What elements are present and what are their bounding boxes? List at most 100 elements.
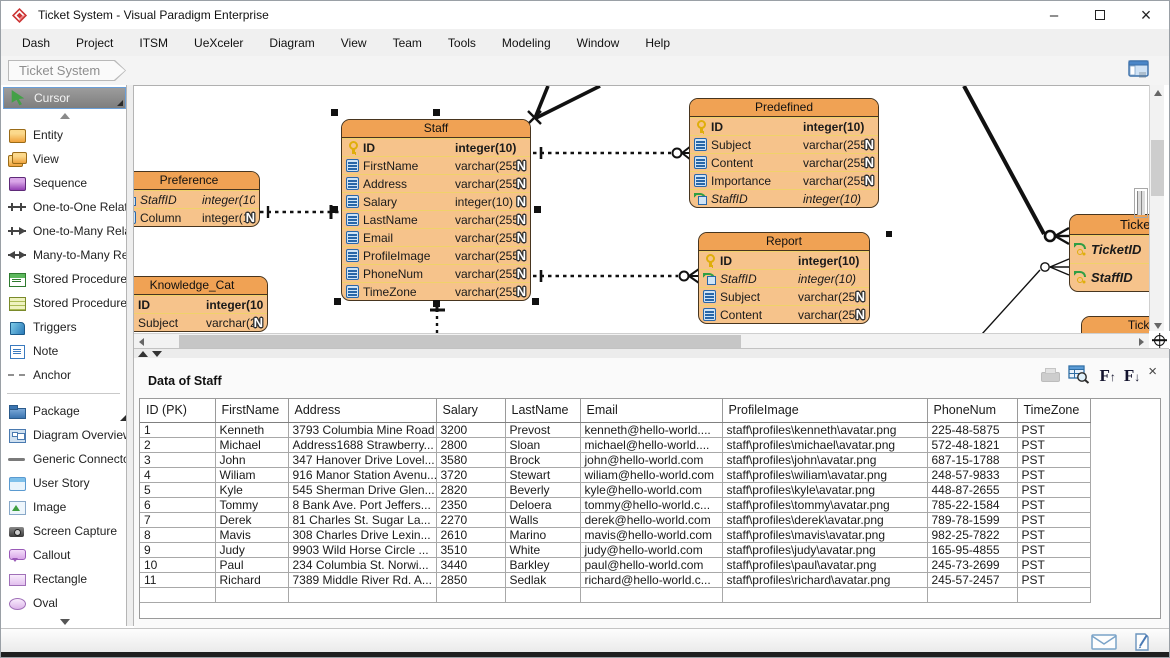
scroll-right-button[interactable] [1134, 334, 1149, 349]
cell-salary[interactable]: 3440 [436, 557, 505, 572]
menu-item[interactable]: Window [564, 31, 633, 55]
cell-firstname[interactable]: Tommy [215, 497, 288, 512]
entity-field-row[interactable]: TimeZone varchar(255) N [342, 282, 530, 300]
cell-phonenum[interactable]: 572-48-1821 [927, 437, 1017, 452]
cell-lastname[interactable]: Walls [505, 512, 580, 527]
menu-item[interactable]: Team [380, 31, 435, 55]
cell-lastname[interactable]: White [505, 542, 580, 557]
cell-phonenum[interactable]: 248-57-9833 [927, 467, 1017, 482]
cell-phonenum[interactable]: 245-57-2457 [927, 572, 1017, 587]
cell-address[interactable]: 81 Charles St. Sugar La... [288, 512, 436, 527]
cell-profileimage[interactable]: staff\profiles\derek\avatar.png [722, 512, 927, 527]
cell-firstname[interactable]: Richard [215, 572, 288, 587]
toolbox-item[interactable]: Stored Procedures [1, 267, 128, 291]
table-row[interactable]: 10 Paul 234 Columbia St. Norwi... 3440 B… [140, 557, 1090, 572]
entity-field-row[interactable]: LastName varchar(255) N [342, 210, 530, 228]
column-header[interactable]: ID (PK) [140, 399, 215, 422]
menu-item[interactable]: Project [63, 31, 126, 55]
cell-timezone[interactable]: PST [1017, 482, 1090, 497]
cell-salary[interactable] [436, 587, 505, 602]
cell-profileimage[interactable]: staff\profiles\kyle\avatar.png [722, 482, 927, 497]
open-specification-icon[interactable] [1068, 364, 1090, 387]
cell-timezone[interactable]: PST [1017, 557, 1090, 572]
cell-id[interactable]: 2 [140, 437, 215, 452]
table-row[interactable]: 2 Michael Address1688 Strawberry... 2800… [140, 437, 1090, 452]
toolbox-item[interactable]: Generic Connector [1, 447, 128, 471]
scroll-left-button[interactable] [134, 334, 149, 349]
table-row[interactable]: 1 Kenneth 3793 Columbia Mine Road 3200 P… [140, 422, 1090, 437]
cell-phonenum[interactable]: 785-22-1584 [927, 497, 1017, 512]
toolbox-item[interactable]: Screen Capture [1, 519, 128, 543]
canvas-horizontal-scrollbar[interactable] [134, 333, 1149, 348]
cell-timezone[interactable]: PST [1017, 467, 1090, 482]
message-pane-icon[interactable] [1091, 633, 1117, 654]
selection-handle[interactable] [334, 298, 341, 305]
menu-item[interactable]: Dash [9, 31, 63, 55]
cell-timezone[interactable]: PST [1017, 527, 1090, 542]
cell-firstname[interactable]: John [215, 452, 288, 467]
entity-field-row[interactable]: FirstName varchar(255) N [342, 156, 530, 174]
cell-email[interactable] [580, 587, 722, 602]
menu-item[interactable]: UeXceler [181, 31, 256, 55]
cell-profileimage[interactable]: staff\profiles\john\avatar.png [722, 452, 927, 467]
cell-salary[interactable]: 2350 [436, 497, 505, 512]
cell-lastname[interactable]: Stewart [505, 467, 580, 482]
entity-field-row[interactable]: StaffID integer(10) [1070, 263, 1149, 291]
cell-salary[interactable]: 3580 [436, 452, 505, 467]
cell-lastname[interactable]: Barkley [505, 557, 580, 572]
entity-field-row[interactable]: Content varchar(255) N [690, 153, 878, 171]
toolbox-item[interactable]: Many-to-Many Relationship [1, 243, 128, 267]
entity-field-row[interactable]: TicketID integer(10) [1070, 235, 1149, 263]
table-row[interactable]: 3 John 347 Hanover Drive Lovel... 3580 B… [140, 452, 1090, 467]
cell-profileimage[interactable]: staff\profiles\paul\avatar.png [722, 557, 927, 572]
vertical-scroll-thumb[interactable] [1151, 140, 1164, 196]
entity-field-row[interactable]: Subject varchar(255) N [690, 135, 878, 153]
cell-id[interactable] [140, 587, 215, 602]
cell-address[interactable]: 7389 Middle River Rd. A... [288, 572, 436, 587]
cell-address[interactable]: 308 Charles Drive Lexin... [288, 527, 436, 542]
cell-salary[interactable]: 2610 [436, 527, 505, 542]
column-header[interactable]: FirstName [215, 399, 288, 422]
cell-firstname[interactable] [215, 587, 288, 602]
sort-column-asc-icon[interactable]: F↑ [1099, 367, 1114, 384]
close-button[interactable]: × [1123, 1, 1169, 29]
entity-field-row[interactable]: Importance varchar(255) N [690, 171, 878, 189]
toolbox-item[interactable]: Diagram Overview [1, 423, 128, 447]
table-row[interactable]: 8 Mavis 308 Charles Drive Lexin... 2610 … [140, 527, 1090, 542]
table-row[interactable]: 11 Richard 7389 Middle River Rd. A... 28… [140, 572, 1090, 587]
cell-address[interactable]: 8 Bank Ave. Port Jeffers... [288, 497, 436, 512]
cell-firstname[interactable]: Mavis [215, 527, 288, 542]
cell-address[interactable]: 234 Columbia St. Norwi... [288, 557, 436, 572]
table-row[interactable]: 9 Judy 9903 Wild Horse Circle ... 3510 W… [140, 542, 1090, 557]
cell-email[interactable]: michael@hello-world.... [580, 437, 722, 452]
entity-field-row[interactable]: StaffID integer(10) [690, 189, 878, 207]
entity-field-row[interactable]: Salary integer(10) N [342, 192, 530, 210]
cell-salary[interactable]: 2850 [436, 572, 505, 587]
cell-salary[interactable]: 3510 [436, 542, 505, 557]
entity-field-row[interactable]: ID integer(10) [690, 117, 878, 135]
toolbox-scroll-up[interactable] [1, 109, 128, 123]
cell-lastname[interactable]: Deloera [505, 497, 580, 512]
toolbox-item[interactable]: Sequence [1, 171, 128, 195]
cell-lastname[interactable] [505, 587, 580, 602]
sort-column-desc-icon[interactable]: F↓ [1124, 367, 1139, 384]
selection-handle[interactable] [532, 298, 539, 305]
toolbox-item[interactable]: One-to-Many Relationship [1, 219, 128, 243]
cell-profileimage[interactable]: staff\profiles\kenneth\avatar.png [722, 422, 927, 437]
cell-lastname[interactable]: Brock [505, 452, 580, 467]
cell-profileimage[interactable]: staff\profiles\tommy\avatar.png [722, 497, 927, 512]
column-header[interactable]: LastName [505, 399, 580, 422]
toolbox-scroll-down[interactable] [1, 615, 128, 629]
column-header[interactable]: ProfileImage [722, 399, 927, 422]
entity-field-row[interactable]: StaffID integer(10) [699, 269, 869, 287]
cell-address[interactable]: 3793 Columbia Mine Road [288, 422, 436, 437]
menu-item[interactable]: Diagram [256, 31, 327, 55]
cell-email[interactable]: paul@hello-world.com [580, 557, 722, 572]
cell-profileimage[interactable]: staff\profiles\judy\avatar.png [722, 542, 927, 557]
cell-address[interactable] [288, 587, 436, 602]
entity-field-row[interactable]: Email varchar(255) N [342, 228, 530, 246]
toolbox-item[interactable]: Triggers [1, 315, 128, 339]
table-row[interactable]: 4 Wiliam 916 Manor Station Avenu... 3720… [140, 467, 1090, 482]
cell-email[interactable]: derek@hello-world.com [580, 512, 722, 527]
column-header[interactable]: Email [580, 399, 722, 422]
